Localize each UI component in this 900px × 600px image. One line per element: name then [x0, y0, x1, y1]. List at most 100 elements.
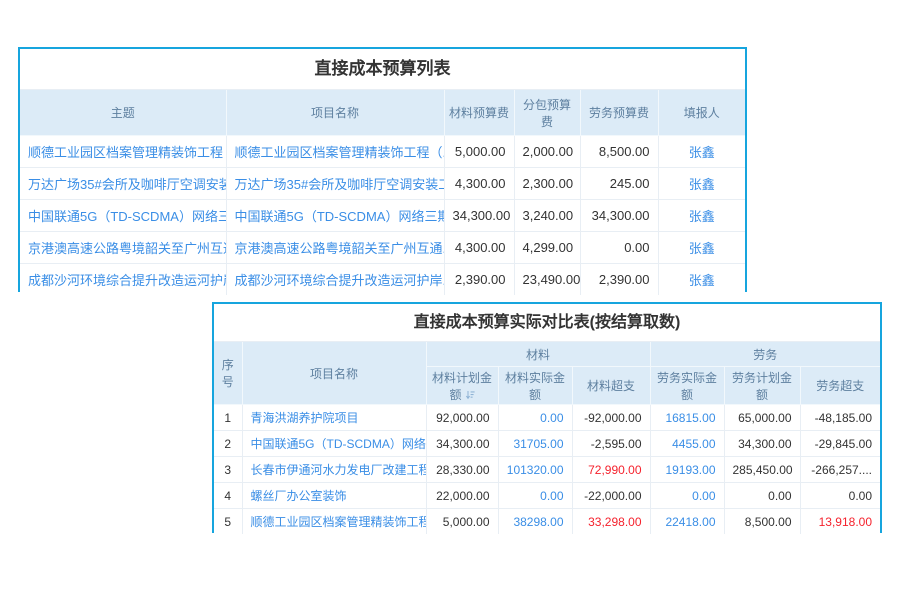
labor-plan-value: 65,000.00: [724, 405, 800, 431]
material-actual-value: 0.00: [498, 483, 572, 509]
material-actual-value: 101320.00: [498, 457, 572, 483]
labor-budget-value: 2,390.00: [580, 264, 658, 296]
labor-overrun-value: -29,845.00: [800, 431, 880, 457]
table-row: 中国联通5G（TD-SCDMA）网络三... 中国联通5G（TD-SCDMA）网…: [20, 200, 745, 232]
labor-budget-value: 245.00: [580, 168, 658, 200]
col-header-reporter: 填报人: [658, 90, 745, 136]
subject-link[interactable]: 京港澳高速公路粤境韶关至广州互通...: [28, 241, 226, 256]
col-header-subject: 主题: [20, 90, 226, 136]
labor-overrun-value: 0.00: [800, 483, 880, 509]
sort-icon[interactable]: [465, 389, 475, 403]
project-link[interactable]: 长春市伊通河水力发电厂改建工程: [251, 463, 427, 477]
labor-actual-value: 0.00: [650, 483, 724, 509]
comparison-title: 直接成本预算实际对比表(按结算取数): [214, 304, 880, 342]
page-canvas: { "colors":{"accent_border":"#16a5de","h…: [0, 0, 900, 600]
material-overrun-value: -22,000.00: [572, 483, 650, 509]
col-header-material-overrun: 材料超支: [572, 367, 650, 405]
material-overrun-value: 33,298.00: [572, 509, 650, 535]
labor-budget-value: 34,300.00: [580, 200, 658, 232]
material-budget-value: 5,000.00: [444, 136, 514, 168]
labor-plan-value: 8,500.00: [724, 509, 800, 535]
project-link[interactable]: 成都沙河环境综合提升改造运河护岸...: [235, 273, 445, 288]
labor-overrun-value: -48,185.00: [800, 405, 880, 431]
table-row: 5 顺德工业园区档案管理精装饰工程 5,000.00 38298.00 33,2…: [214, 509, 880, 535]
labor-plan-value: 285,450.00: [724, 457, 800, 483]
material-overrun-value: -2,595.00: [572, 431, 650, 457]
budget-list-title: 直接成本预算列表: [20, 49, 745, 90]
reporter-link[interactable]: 张鑫: [689, 209, 715, 224]
subcontract-budget-value: 4,299.00: [514, 232, 580, 264]
budget-list-panel: 直接成本预算列表 主题 项目名称 材料预算费 分包预算费 劳务预算费 填报人 顺…: [18, 47, 747, 292]
labor-actual-value: 4455.00: [650, 431, 724, 457]
reporter-link[interactable]: 张鑫: [689, 273, 715, 288]
table-row: 顺德工业园区档案管理精装饰工程（... 顺德工业园区档案管理精装饰工程（... …: [20, 136, 745, 168]
subcontract-budget-value: 3,240.00: [514, 200, 580, 232]
project-link[interactable]: 顺德工业园区档案管理精装饰工程: [251, 515, 427, 529]
subject-link[interactable]: 中国联通5G（TD-SCDMA）网络三...: [28, 209, 226, 224]
labor-actual-value: 22418.00: [650, 509, 724, 535]
reporter-link[interactable]: 张鑫: [689, 241, 715, 256]
subject-link[interactable]: 成都沙河环境综合提升改造运河护岸...: [28, 273, 226, 288]
labor-overrun-value: 13,918.00: [800, 509, 880, 535]
seq-value: 2: [214, 431, 242, 457]
comparison-table: 序号 项目名称 材料 劳务 材料计划金额 材料实际金额 材料超支 劳务实际金额 …: [214, 342, 880, 534]
table-row: 京港澳高速公路粤境韶关至广州互通... 京港澳高速公路粤境韶关至广州互通... …: [20, 232, 745, 264]
project-link[interactable]: 万达广场35#会所及咖啡厅空调安装工程: [235, 177, 445, 192]
table-row: 成都沙河环境综合提升改造运河护岸... 成都沙河环境综合提升改造运河护岸... …: [20, 264, 745, 296]
material-budget-value: 4,300.00: [444, 232, 514, 264]
material-overrun-value: -92,000.00: [572, 405, 650, 431]
subcontract-budget-value: 2,000.00: [514, 136, 580, 168]
material-plan-value: 92,000.00: [426, 405, 498, 431]
project-link[interactable]: 螺丝厂办公室装饰: [251, 489, 347, 503]
material-plan-value: 34,300.00: [426, 431, 498, 457]
reporter-link[interactable]: 张鑫: [689, 177, 715, 192]
project-link[interactable]: 顺德工业园区档案管理精装饰工程（...: [235, 145, 445, 160]
labor-actual-value: 19193.00: [650, 457, 724, 483]
material-actual-value: 38298.00: [498, 509, 572, 535]
material-actual-value: 31705.00: [498, 431, 572, 457]
subcontract-budget-value: 23,490.00: [514, 264, 580, 296]
labor-budget-value: 0.00: [580, 232, 658, 264]
material-plan-value: 22,000.00: [426, 483, 498, 509]
col-header-material-plan[interactable]: 材料计划金额: [426, 367, 498, 405]
labor-actual-value: 16815.00: [650, 405, 724, 431]
material-actual-value: 0.00: [498, 405, 572, 431]
comparison-group-header-row: 序号 项目名称 材料 劳务: [214, 342, 880, 367]
table-row: 4 螺丝厂办公室装饰 22,000.00 0.00 -22,000.00 0.0…: [214, 483, 880, 509]
table-row: 1 青海洪湖养护院项目 92,000.00 0.00 -92,000.00 16…: [214, 405, 880, 431]
material-budget-value: 34,300.00: [444, 200, 514, 232]
material-plan-label: 材料计划金额: [432, 371, 492, 402]
material-plan-value: 5,000.00: [426, 509, 498, 535]
subject-link[interactable]: 顺德工业园区档案管理精装饰工程（...: [28, 145, 226, 160]
material-budget-value: 2,390.00: [444, 264, 514, 296]
col-header-labor-actual: 劳务实际金额: [650, 367, 724, 405]
seq-value: 1: [214, 405, 242, 431]
col-header-project: 项目名称: [242, 342, 426, 405]
seq-value: 3: [214, 457, 242, 483]
subject-link[interactable]: 万达广场35#会所及咖啡厅空调安装...: [28, 177, 226, 192]
project-link[interactable]: 中国联通5G（TD-SCDMA）网络三期...: [235, 209, 445, 224]
group-header-labor: 劳务: [650, 342, 880, 367]
labor-plan-value: 0.00: [724, 483, 800, 509]
col-header-project: 项目名称: [226, 90, 444, 136]
col-header-labor-plan: 劳务计划金额: [724, 367, 800, 405]
project-link[interactable]: 京港澳高速公路粤境韶关至广州互通...: [235, 241, 445, 256]
subcontract-budget-value: 2,300.00: [514, 168, 580, 200]
col-header-seq: 序号: [214, 342, 242, 405]
table-row: 2 中国联通5G（TD-SCDMA）网络三 34,300.00 31705.00…: [214, 431, 880, 457]
labor-budget-value: 8,500.00: [580, 136, 658, 168]
material-budget-value: 4,300.00: [444, 168, 514, 200]
reporter-link[interactable]: 张鑫: [689, 145, 715, 160]
project-link[interactable]: 青海洪湖养护院项目: [251, 411, 359, 425]
project-link[interactable]: 中国联通5G（TD-SCDMA）网络三: [251, 437, 427, 451]
budget-list-table: 主题 项目名称 材料预算费 分包预算费 劳务预算费 填报人 顺德工业园区档案管理…: [20, 90, 745, 295]
labor-overrun-value: -266,257....: [800, 457, 880, 483]
col-header-labor-overrun: 劳务超支: [800, 367, 880, 405]
comparison-panel: 直接成本预算实际对比表(按结算取数) 序号 项目名称 材料 劳务 材料计划金额 …: [212, 302, 882, 533]
group-header-material: 材料: [426, 342, 650, 367]
col-header-material-budget: 材料预算费: [444, 90, 514, 136]
budget-list-header-row: 主题 项目名称 材料预算费 分包预算费 劳务预算费 填报人: [20, 90, 745, 136]
labor-plan-value: 34,300.00: [724, 431, 800, 457]
table-row: 万达广场35#会所及咖啡厅空调安装... 万达广场35#会所及咖啡厅空调安装工程…: [20, 168, 745, 200]
col-header-labor-budget: 劳务预算费: [580, 90, 658, 136]
